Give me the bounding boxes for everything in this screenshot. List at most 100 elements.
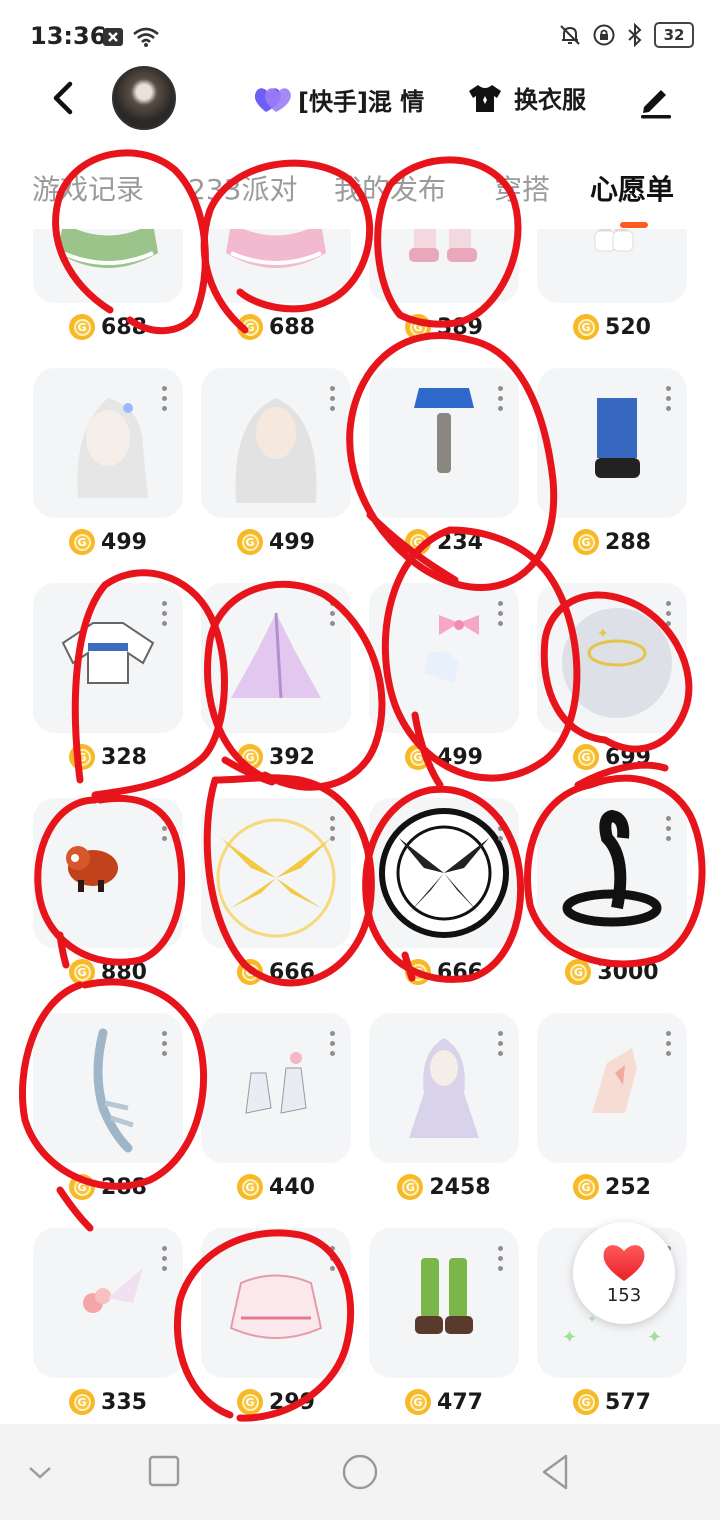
item-price: G 499 <box>201 525 351 559</box>
wishlist-item[interactable]: G 499 <box>33 368 183 558</box>
price-value: 389 <box>437 314 483 340</box>
wishlist-item[interactable]: G 688 <box>33 229 183 343</box>
guild-button[interactable]: [快手]混 情 <box>252 82 424 117</box>
chevron-down-icon[interactable] <box>18 1452 62 1492</box>
more-options-icon[interactable] <box>327 1246 337 1276</box>
item-price: G 2458 <box>369 1170 519 1204</box>
change-outfit-label: 换衣服 <box>514 86 586 114</box>
square-icon[interactable] <box>142 1452 186 1492</box>
wishlist-item[interactable]: G 328 <box>33 583 183 773</box>
more-options-icon[interactable] <box>159 1246 169 1276</box>
item-price: G 688 <box>201 310 351 344</box>
coin-icon: G <box>405 314 432 340</box>
item-price: G 520 <box>537 310 687 344</box>
price-value: 328 <box>101 744 147 770</box>
coin-icon: G <box>573 314 600 340</box>
pencil-icon[interactable] <box>636 80 676 120</box>
more-options-icon[interactable] <box>159 601 169 631</box>
wishlist-item[interactable]: G 335 <box>33 1228 183 1418</box>
more-options-icon[interactable] <box>495 386 505 416</box>
tab-outfits[interactable]: 穿搭 <box>494 168 550 208</box>
price-value: 234 <box>437 529 483 555</box>
more-options-icon[interactable] <box>327 1031 337 1061</box>
wishlist-item[interactable]: G 288 <box>537 368 687 558</box>
wishlist-item[interactable]: G 666 <box>369 798 519 988</box>
more-options-icon[interactable] <box>495 1031 505 1061</box>
more-options-icon[interactable] <box>327 386 337 416</box>
price-value: 2458 <box>429 1174 491 1200</box>
more-options-icon[interactable] <box>495 601 505 631</box>
item-thumbnail[interactable] <box>537 229 687 303</box>
tab-wishlist[interactable]: 心愿单 <box>590 168 674 208</box>
more-options-icon[interactable] <box>159 386 169 416</box>
more-options-icon[interactable] <box>495 816 505 846</box>
circle-icon[interactable] <box>338 1452 382 1492</box>
coin-icon: G <box>405 529 432 555</box>
item-thumbnail[interactable] <box>201 229 351 303</box>
wishlist-item[interactable]: G 499 <box>201 368 351 558</box>
wishlist-item[interactable]: G 299 <box>201 1228 351 1418</box>
price-value: 666 <box>269 959 315 985</box>
item-price: G 699 <box>537 740 687 774</box>
wishlist-item[interactable]: G 880 <box>33 798 183 988</box>
wishlist-item[interactable]: G 666 <box>201 798 351 988</box>
wishlist-item[interactable]: G 392 <box>201 583 351 773</box>
wishlist-item[interactable]: ✦ G 699 <box>537 583 687 773</box>
wishlist-item[interactable]: G 2458 <box>369 1013 519 1203</box>
wishlist-item[interactable]: G 688 <box>201 229 351 343</box>
more-options-icon[interactable] <box>663 816 673 846</box>
more-options-icon[interactable] <box>663 601 673 631</box>
wishlist-item[interactable]: G 520 <box>537 229 687 343</box>
chevron-left-icon[interactable] <box>44 76 84 120</box>
item-price: G 288 <box>33 1170 183 1204</box>
more-options-icon[interactable] <box>663 386 673 416</box>
item-thumbnail[interactable] <box>33 229 183 303</box>
battery-indicator: 32 <box>654 22 694 48</box>
coin-icon: G <box>573 1389 600 1415</box>
price-value: 699 <box>605 744 651 770</box>
tab-233-party[interactable]: 233派对 <box>188 168 297 208</box>
more-options-icon[interactable] <box>159 1031 169 1061</box>
more-options-icon[interactable] <box>327 816 337 846</box>
more-options-icon[interactable] <box>159 816 169 846</box>
item-price: G 666 <box>369 955 519 989</box>
svg-text:✦: ✦ <box>562 1327 577 1348</box>
wishlist-item[interactable]: G 477 <box>369 1228 519 1418</box>
more-options-icon[interactable] <box>663 1031 673 1061</box>
wishlist-item[interactable]: G 389 <box>369 229 519 343</box>
triangle-back-icon[interactable] <box>534 1452 578 1492</box>
avatar[interactable] <box>112 66 176 130</box>
item-price: G 288 <box>537 525 687 559</box>
svg-text:✦: ✦ <box>647 1327 662 1348</box>
coin-icon: G <box>565 959 592 985</box>
coin-icon: G <box>69 1174 96 1200</box>
coin-icon: G <box>405 959 432 985</box>
svg-text:✦: ✦ <box>597 626 609 642</box>
wishlist-item[interactable]: G 499 <box>369 583 519 773</box>
like-button[interactable]: 153 <box>573 1222 675 1324</box>
tab-game-records[interactable]: 游戏记录 <box>32 168 144 208</box>
change-outfit-button[interactable]: 换衣服 <box>466 80 586 115</box>
wishlist-item[interactable]: G 3000 <box>537 798 687 988</box>
status-left-icons <box>102 26 160 48</box>
item-thumbnail[interactable] <box>369 229 519 303</box>
heart-icon <box>603 1244 645 1281</box>
profile-tabs: 游戏记录 233派对 我的发布 穿搭 心愿单 <box>0 162 720 232</box>
wishlist-item[interactable]: G 440 <box>201 1013 351 1203</box>
coin-icon: G <box>573 744 600 770</box>
price-value: 299 <box>269 1389 315 1415</box>
wishlist-item[interactable]: G 252 <box>537 1013 687 1203</box>
price-value: 499 <box>269 529 315 555</box>
coin-icon: G <box>69 959 96 985</box>
wishlist-item[interactable]: G 288 <box>33 1013 183 1203</box>
bluetooth-icon <box>628 23 642 47</box>
price-value: 3000 <box>597 959 659 985</box>
coin-icon: G <box>237 1174 264 1200</box>
more-options-icon[interactable] <box>495 1246 505 1276</box>
wishlist-item[interactable]: G 234 <box>369 368 519 558</box>
item-price: G 335 <box>33 1385 183 1419</box>
tab-my-posts[interactable]: 我的发布 <box>334 168 446 208</box>
more-options-icon[interactable] <box>327 601 337 631</box>
item-price: G 328 <box>33 740 183 774</box>
coin-icon: G <box>397 1174 424 1200</box>
